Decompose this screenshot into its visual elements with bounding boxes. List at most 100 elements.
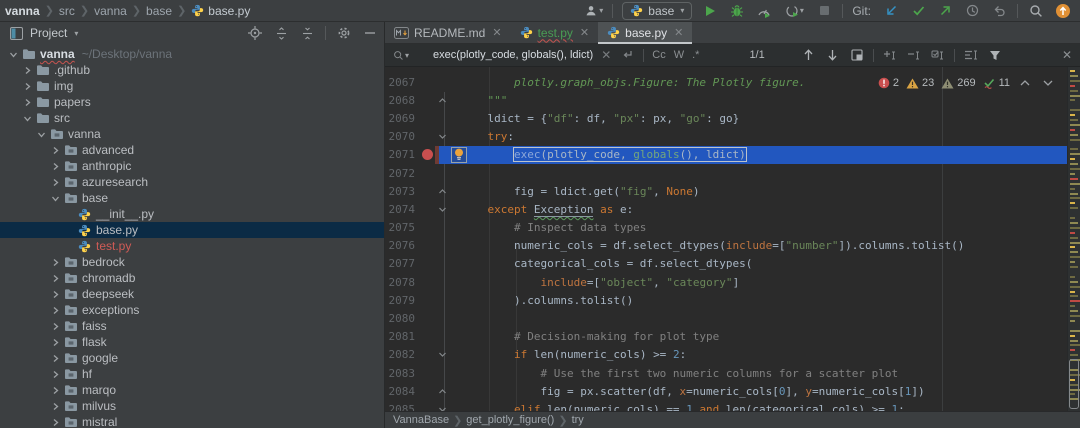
close-tab-icon[interactable]: ✕: [674, 26, 683, 39]
tree-item-faiss[interactable]: faiss: [0, 318, 384, 334]
expand-all-icon[interactable]: [273, 25, 289, 41]
line-number[interactable]: 2070: [385, 130, 419, 143]
ide-update-badge-icon[interactable]: [1054, 2, 1072, 20]
line-number[interactable]: 2077: [385, 257, 419, 270]
project-panel-title[interactable]: Project: [30, 26, 67, 40]
hide-panel-icon[interactable]: [362, 25, 378, 41]
chevron-right-icon[interactable]: [48, 146, 62, 155]
chevron-right-icon[interactable]: [48, 354, 62, 363]
breakpoint-icon[interactable]: [419, 149, 435, 161]
chevron-right-icon[interactable]: [48, 258, 62, 267]
words-toggle[interactable]: W: [674, 49, 684, 61]
search-field-options-icon[interactable]: [963, 47, 979, 63]
chevron-right-icon[interactable]: [20, 82, 34, 91]
tree-item--github[interactable]: .github: [0, 62, 384, 78]
tree-item-base[interactable]: base: [0, 190, 384, 206]
tree-item-flask[interactable]: flask: [0, 334, 384, 350]
code-line-2077[interactable]: 2077 categorical_cols = df.select_dtypes…: [385, 255, 1080, 273]
typos-indicator[interactable]: 11: [983, 77, 1010, 89]
line-number[interactable]: 2071: [385, 148, 419, 161]
run-button[interactable]: [701, 2, 719, 20]
weak-warnings-indicator[interactable]: 269: [941, 77, 976, 89]
close-tab-icon[interactable]: ✕: [492, 26, 501, 39]
regex-toggle[interactable]: .*: [692, 49, 699, 61]
breadcrumb-item[interactable]: try: [572, 414, 584, 426]
line-number[interactable]: 2083: [385, 367, 419, 380]
code-line-2072[interactable]: 2072: [385, 164, 1080, 182]
code-line-2081[interactable]: 2081 # Decision-making for plot type: [385, 328, 1080, 346]
tree-item-mistral[interactable]: mistral: [0, 414, 384, 428]
close-find-bar-icon[interactable]: ✕: [1062, 48, 1072, 62]
fold-up-icon[interactable]: [435, 187, 449, 196]
line-number[interactable]: 2080: [385, 312, 419, 325]
locate-file-icon[interactable]: [247, 25, 263, 41]
search-input[interactable]: exec(plotly_code, globals(), ldict): [433, 49, 593, 61]
new-line-icon[interactable]: [619, 47, 635, 63]
remove-occurrence-button[interactable]: [906, 47, 922, 63]
tree-item-img[interactable]: img: [0, 78, 384, 94]
breadcrumb-item[interactable]: vanna: [91, 4, 130, 18]
chevron-down-icon[interactable]: [20, 114, 34, 123]
code-line-2070[interactable]: 2070 try:: [385, 128, 1080, 146]
tree-item-test-py[interactable]: test.py: [0, 238, 384, 254]
code-line-2084[interactable]: 2084 fig = px.scatter(df, x=numeric_cols…: [385, 382, 1080, 400]
debug-button[interactable]: [728, 2, 746, 20]
previous-occurrence-button[interactable]: [801, 47, 817, 63]
chevron-right-icon[interactable]: [48, 402, 62, 411]
tree-item-chromadb[interactable]: chromadb: [0, 270, 384, 286]
code-line-2078[interactable]: 2078 include=["object", "category"]: [385, 273, 1080, 291]
line-number[interactable]: 2075: [385, 221, 419, 234]
code-line-2082[interactable]: 2082 if len(numeric_cols) >= 2:: [385, 346, 1080, 364]
search-icon[interactable]: ▾: [393, 47, 409, 63]
breadcrumb-item[interactable]: get_plotly_figure(): [466, 414, 554, 426]
code-line-2075[interactable]: 2075 # Inspect data types: [385, 219, 1080, 237]
chevron-right-icon[interactable]: [20, 98, 34, 107]
collapse-all-icon[interactable]: [299, 25, 315, 41]
run-with-coverage-button[interactable]: ▾: [782, 2, 806, 20]
line-number[interactable]: 2078: [385, 276, 419, 289]
tree-item-hf[interactable]: hf: [0, 366, 384, 382]
fold-down-icon[interactable]: [435, 132, 449, 141]
code-line-2079[interactable]: 2079 ).columns.tolist(): [385, 291, 1080, 309]
line-number[interactable]: 2076: [385, 239, 419, 252]
match-case-toggle[interactable]: Cc: [652, 49, 665, 61]
code-line-2073[interactable]: 2073 fig = ldict.get("fig", None): [385, 182, 1080, 200]
tree-item-advanced[interactable]: advanced: [0, 142, 384, 158]
line-number[interactable]: 2073: [385, 185, 419, 198]
open-results-in-tool-window-icon[interactable]: [849, 47, 865, 63]
code-line-2083[interactable]: 2083 # Use the first two numeric columns…: [385, 364, 1080, 382]
intention-bulb-icon[interactable]: [451, 146, 467, 163]
chevron-down-icon[interactable]: [48, 194, 62, 203]
chevron-right-icon[interactable]: [48, 418, 62, 427]
next-occurrence-button[interactable]: [825, 47, 841, 63]
tree-item-base-py[interactable]: base.py: [0, 222, 384, 238]
tab-readme-md[interactable]: README.md ✕: [385, 22, 511, 43]
code-line-2074[interactable]: 2074 except Exception as e:: [385, 200, 1080, 218]
line-number[interactable]: 2072: [385, 167, 419, 180]
chevron-right-icon[interactable]: [48, 162, 62, 171]
tree-item-azuresearch[interactable]: azuresearch: [0, 174, 384, 190]
chevron-right-icon[interactable]: [48, 338, 62, 347]
tree-item-google[interactable]: google: [0, 350, 384, 366]
search-everywhere-icon[interactable]: [1027, 2, 1045, 20]
line-number[interactable]: 2085: [385, 403, 419, 411]
gear-icon[interactable]: [336, 25, 352, 41]
tree-item-vanna[interactable]: vanna: [0, 126, 384, 142]
line-number[interactable]: 2084: [385, 385, 419, 398]
chevron-right-icon[interactable]: [48, 370, 62, 379]
filter-icon[interactable]: [987, 47, 1003, 63]
code-editor[interactable]: 2067 plotly.graph_objs.Figure: The Plotl…: [385, 67, 1080, 411]
breadcrumb-item[interactable]: VannaBase: [393, 414, 449, 426]
chevron-right-icon[interactable]: [48, 322, 62, 331]
fold-down-icon[interactable]: [435, 205, 449, 214]
code-line-2085[interactable]: 2085 elif len(numeric_cols) == 1 and len…: [385, 400, 1080, 411]
fold-down-icon[interactable]: [435, 350, 449, 359]
run-configuration-select[interactable]: base ▾: [622, 1, 693, 20]
tab-test-py[interactable]: test.py ✕: [511, 22, 599, 43]
tree-item-marqo[interactable]: marqo: [0, 382, 384, 398]
breadcrumb-item[interactable]: base: [143, 4, 175, 18]
close-tab-icon[interactable]: ✕: [580, 26, 589, 39]
chevron-down-icon[interactable]: ▾: [74, 29, 78, 38]
chevron-right-icon[interactable]: [20, 66, 34, 75]
fold-up-icon[interactable]: [435, 387, 449, 396]
